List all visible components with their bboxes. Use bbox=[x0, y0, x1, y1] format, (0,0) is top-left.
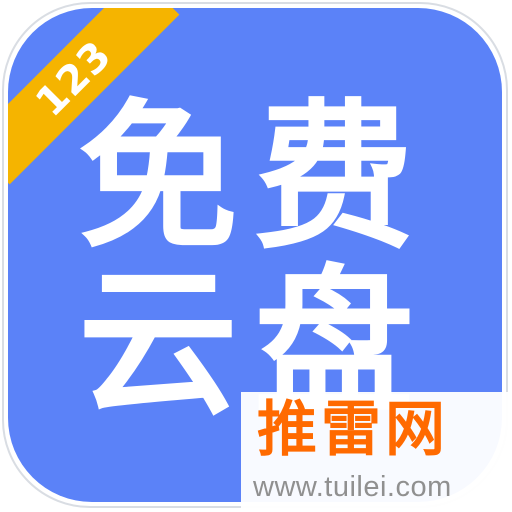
watermark-title: 推雷网 bbox=[257, 395, 449, 465]
watermark: 推雷网 www.tuilei.com bbox=[241, 392, 512, 512]
app-title-line-1: 免费 bbox=[78, 84, 431, 271]
watermark-url: www.tuilei.com bbox=[253, 471, 452, 503]
app-icon-screen: 123 免费 云盘 推雷网 www.tuilei.com bbox=[0, 0, 512, 512]
